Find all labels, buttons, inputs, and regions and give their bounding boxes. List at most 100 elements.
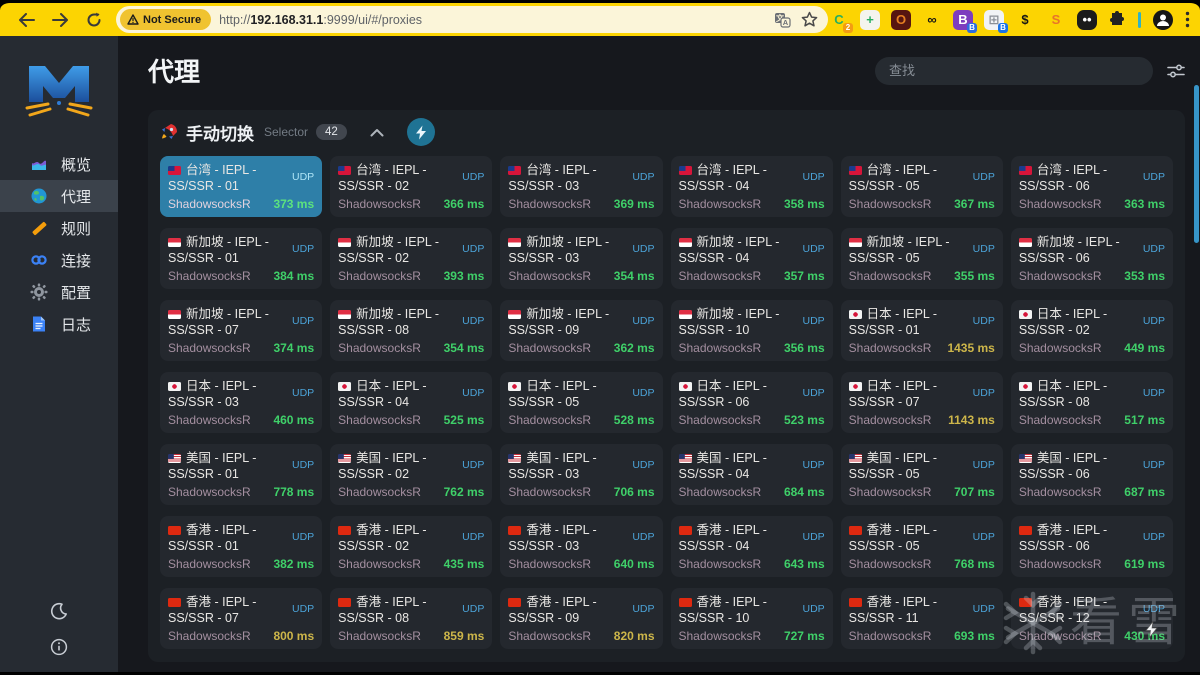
proxy-card[interactable]: 日本 - IEPL - SS/SSR - 02 UDP ShadowsocksR 44… xyxy=(1010,300,1173,361)
sidebar-item-rules[interactable]: 规则 xyxy=(0,212,118,244)
main-content: 代理 手动切换 Selector 42 台 xyxy=(118,36,1200,672)
udp-badge: UDP xyxy=(462,315,485,327)
vertical-scrollbar[interactable] xyxy=(1194,85,1199,243)
udp-badge: UDP xyxy=(972,243,995,255)
hk-flag-icon xyxy=(678,526,692,535)
proxy-card[interactable]: 美国 - IEPL - SS/SSR - 01 UDP ShadowsocksR 77… xyxy=(160,444,323,505)
green-c-extension-icon[interactable]: C2 xyxy=(829,10,853,33)
dollar-extension-icon[interactable]: $ xyxy=(1015,10,1035,30)
proxy-card[interactable]: 日本 - IEPL - SS/SSR - 01 UDP ShadowsocksR 14… xyxy=(840,300,1003,361)
proxy-card[interactable]: 日本 - IEPL - SS/SSR - 06 UDP ShadowsocksR 52… xyxy=(670,372,833,433)
reload-icon[interactable] xyxy=(82,8,106,32)
udp-badge: UDP xyxy=(1142,387,1165,399)
back-icon[interactable] xyxy=(14,8,38,32)
proxy-card[interactable]: 香港 - IEPL - SS/SSR - 09 UDP ShadowsocksR 82… xyxy=(500,588,663,649)
proxy-card[interactable]: 台湾 - IEPL - SS/SSR - 06 UDP ShadowsocksR 36… xyxy=(1010,156,1173,217)
proxy-card[interactable]: 美国 - IEPL - SS/SSR - 02 UDP ShadowsocksR 76… xyxy=(330,444,493,505)
proxy-card[interactable]: 日本 - IEPL - SS/SSR - 07 UDP ShadowsocksR 11… xyxy=(840,372,1003,433)
sidebar-item-label: 连接 xyxy=(61,252,92,270)
proxy-card[interactable]: 香港 - IEPL - SS/SSR - 10 UDP ShadowsocksR 72… xyxy=(670,588,833,649)
proxy-card[interactable]: 新加坡 - IEPL - SS/SSR - 09 UDP ShadowsocksR 3… xyxy=(500,300,663,361)
proxy-card[interactable]: 台湾 - IEPL - SS/SSR - 01 UDP ShadowsocksR 37… xyxy=(160,156,323,217)
protocol-label: ShadowsocksR xyxy=(1018,557,1102,571)
proxy-card[interactable]: 香港 - IEPL - SS/SSR - 08 UDP ShadowsocksR 85… xyxy=(330,588,493,649)
protocol-label: ShadowsocksR xyxy=(1018,413,1102,427)
kebab-menu-icon[interactable] xyxy=(1185,11,1190,28)
s-curvy-extension-icon[interactable]: S xyxy=(1046,10,1066,30)
purple-b-extension-icon[interactable]: BB xyxy=(953,9,977,33)
hk-flag-icon xyxy=(338,526,352,535)
proxy-card[interactable]: 香港 - IEPL - SS/SSR - 05 UDP ShadowsocksR 76… xyxy=(840,516,1003,577)
sidebar-item-overview[interactable]: 概览 xyxy=(0,148,118,180)
proxy-card[interactable]: 台湾 - IEPL - SS/SSR - 04 UDP ShadowsocksR 35… xyxy=(670,156,833,217)
cursor-bolt-icon xyxy=(1145,621,1158,638)
collapse-chevron-up-icon[interactable] xyxy=(363,118,391,146)
proxy-card[interactable]: 新加坡 - IEPL - SS/SSR - 07 UDP ShadowsocksR 3… xyxy=(160,300,323,361)
proxy-card[interactable]: 美国 - IEPL - SS/SSR - 03 UDP ShadowsocksR 70… xyxy=(500,444,663,505)
search-input[interactable] xyxy=(875,56,1153,85)
sidebar-item-config[interactable]: 配置 xyxy=(0,276,118,308)
sg-flag-icon xyxy=(678,310,692,319)
proxy-card[interactable]: 台湾 - IEPL - SS/SSR - 03 UDP ShadowsocksR 36… xyxy=(500,156,663,217)
bookmark-star-icon[interactable] xyxy=(801,11,818,28)
protocol-label: ShadowsocksR xyxy=(848,341,932,355)
proxy-card[interactable]: 台湾 - IEPL - SS/SSR - 05 UDP ShadowsocksR 36… xyxy=(840,156,1003,217)
protocol-label: ShadowsocksR xyxy=(678,269,762,283)
proxy-card[interactable]: 新加坡 - IEPL - SS/SSR - 06 UDP ShadowsocksR 3… xyxy=(1010,228,1173,289)
proxy-card[interactable]: 新加坡 - IEPL - SS/SSR - 05 UDP ShadowsocksR 3… xyxy=(840,228,1003,289)
proxy-card[interactable]: 日本 - IEPL - SS/SSR - 04 UDP ShadowsocksR 52… xyxy=(330,372,493,433)
forward-icon[interactable] xyxy=(48,8,72,32)
settings-sliders-icon[interactable] xyxy=(1167,63,1185,79)
latency-value: 727 ms xyxy=(783,629,825,643)
latency-value: 693 ms xyxy=(954,629,995,643)
proxy-card[interactable]: 新加坡 - IEPL - SS/SSR - 04 UDP ShadowsocksR 3… xyxy=(670,228,833,289)
proxy-card[interactable]: 香港 - IEPL - SS/SSR - 03 UDP ShadowsocksR 64… xyxy=(500,516,663,577)
profile-avatar[interactable] xyxy=(1152,9,1174,31)
theme-moon-icon[interactable] xyxy=(48,600,70,622)
proxy-card[interactable]: 香港 - IEPL - SS/SSR - 02 UDP ShadowsocksR 43… xyxy=(330,516,493,577)
proxy-card[interactable]: 香港 - IEPL - SS/SSR - 12 UDP ShadowsocksR 43… xyxy=(1010,588,1173,649)
proxy-card[interactable]: 新加坡 - IEPL - SS/SSR - 10 UDP ShadowsocksR 3… xyxy=(670,300,833,361)
sidebar-item-proxies[interactable]: 代理 xyxy=(0,180,118,212)
proxy-card[interactable]: 美国 - IEPL - SS/SSR - 04 UDP ShadowsocksR 68… xyxy=(670,444,833,505)
metacubexd-logo[interactable] xyxy=(0,56,118,122)
proxy-card[interactable]: 香港 - IEPL - SS/SSR - 01 UDP ShadowsocksR 38… xyxy=(160,516,323,577)
proxy-card[interactable]: 美国 - IEPL - SS/SSR - 06 UDP ShadowsocksR 68… xyxy=(1010,444,1173,505)
jp-flag-icon xyxy=(848,310,862,319)
udp-badge: UDP xyxy=(802,171,825,183)
o-reader-extension-icon[interactable]: O xyxy=(891,9,911,30)
proxy-card[interactable]: 美国 - IEPL - SS/SSR - 05 UDP ShadowsocksR 70… xyxy=(840,444,1003,505)
sidebar-item-logs[interactable]: 日志 xyxy=(0,308,118,340)
udp-badge: UDP xyxy=(1142,243,1165,255)
not-secure-badge[interactable]: Not Secure xyxy=(120,9,212,30)
proxy-card[interactable]: 新加坡 - IEPL - SS/SSR - 01 UDP ShadowsocksR 3… xyxy=(160,228,323,289)
puzzle-extensions-icon[interactable] xyxy=(1108,10,1127,29)
protocol-label: ShadowsocksR xyxy=(848,269,932,283)
udp-badge: UDP xyxy=(1142,531,1165,543)
latency-value: 353 ms xyxy=(1124,269,1165,283)
proxy-card[interactable]: 日本 - IEPL - SS/SSR - 08 UDP ShadowsocksR 51… xyxy=(1010,372,1173,433)
sidebar-item-connections[interactable]: 连接 xyxy=(0,244,118,276)
info-icon[interactable] xyxy=(48,636,70,658)
plus-extension-icon[interactable]: + xyxy=(860,9,880,30)
address-bar[interactable]: Not Secure http://192.168.31.1:9999/ui/#… xyxy=(116,6,828,33)
translate-icon[interactable]: 文A xyxy=(774,12,791,28)
proxy-card[interactable]: 日本 - IEPL - SS/SSR - 05 UDP ShadowsocksR 52… xyxy=(500,372,663,433)
proxy-card[interactable]: 新加坡 - IEPL - SS/SSR - 03 UDP ShadowsocksR 3… xyxy=(500,228,663,289)
proxy-card[interactable]: 香港 - IEPL - SS/SSR - 11 UDP ShadowsocksR 69… xyxy=(840,588,1003,649)
proxy-card[interactable]: 新加坡 - IEPL - SS/SSR - 02 UDP ShadowsocksR 3… xyxy=(330,228,493,289)
protocol-label: ShadowsocksR xyxy=(1018,485,1102,499)
sidebar-item-label: 日志 xyxy=(61,316,92,334)
hk-flag-icon xyxy=(168,598,181,607)
proxy-card[interactable]: 香港 - IEPL - SS/SSR - 07 UDP ShadowsocksR 80… xyxy=(160,588,323,649)
proxy-card[interactable]: 新加坡 - IEPL - SS/SSR - 08 UDP ShadowsocksR 3… xyxy=(330,300,493,361)
protocol-label: ShadowsocksR xyxy=(1018,269,1102,283)
proxy-card[interactable]: 日本 - IEPL - SS/SSR - 03 UDP ShadowsocksR 46… xyxy=(160,372,323,433)
panda-extension-icon[interactable]: •• xyxy=(1077,9,1097,30)
latency-test-button[interactable] xyxy=(406,118,435,146)
proxy-card[interactable]: 台湾 - IEPL - SS/SSR - 02 UDP ShadowsocksR 36… xyxy=(330,156,493,217)
proxy-card[interactable]: 香港 - IEPL - SS/SSR - 04 UDP ShadowsocksR 64… xyxy=(670,516,833,577)
infinity-extension-icon[interactable]: ∞ xyxy=(922,10,942,30)
proxy-card[interactable]: 香港 - IEPL - SS/SSR - 06 UDP ShadowsocksR 61… xyxy=(1010,516,1173,577)
white-b-extension-icon[interactable]: ⊞ B xyxy=(984,9,1008,33)
